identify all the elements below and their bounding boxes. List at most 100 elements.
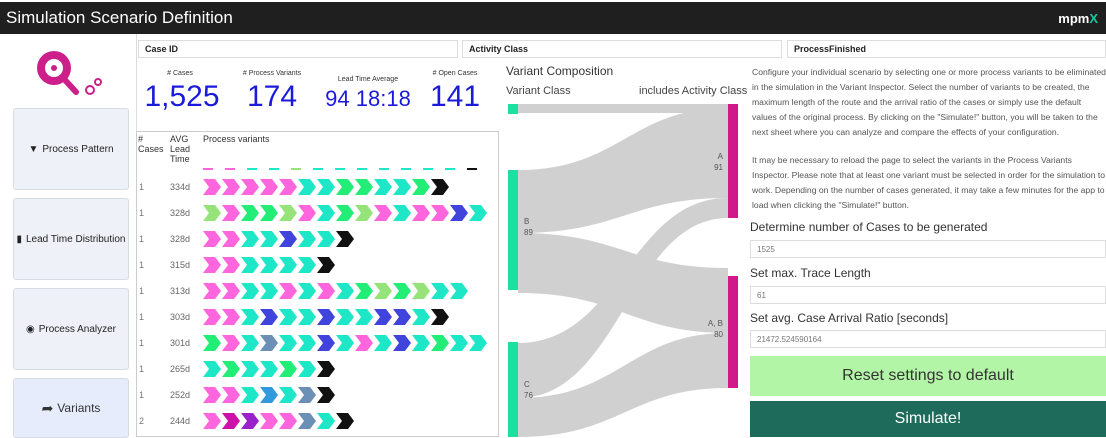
activity-chevron bbox=[298, 309, 316, 325]
activity-chevron bbox=[222, 283, 240, 299]
table-row[interactable]: 1 252d bbox=[137, 382, 498, 408]
activity-chevron bbox=[393, 309, 411, 325]
table-row[interactable]: 2 244d bbox=[137, 408, 498, 434]
sidebar-item-lead-time-distribution[interactable]: ▮ Lead Time Distribution bbox=[13, 198, 129, 280]
row-lead-time: 301d bbox=[170, 338, 191, 348]
activity-chevron bbox=[203, 309, 221, 325]
activity-chevron bbox=[355, 335, 373, 351]
filter-activity-class[interactable]: Activity Class bbox=[462, 40, 782, 58]
activity-chevron bbox=[279, 205, 297, 221]
activity-chevron bbox=[260, 361, 278, 377]
activity-chevron bbox=[260, 413, 278, 429]
table-row[interactable]: 1 334d bbox=[137, 174, 498, 200]
cases-input[interactable]: 1525 bbox=[750, 240, 1106, 258]
activity-chevron bbox=[336, 205, 354, 221]
activity-chevron bbox=[336, 179, 354, 195]
variant-composition-chart[interactable]: Variant Composition Variant Class includ… bbox=[500, 58, 747, 437]
activity-chevron bbox=[222, 413, 240, 429]
activity-chevron bbox=[298, 335, 316, 351]
filter-icon: ▼ bbox=[28, 143, 39, 155]
sidebar-item-label: Lead Time Distribution bbox=[26, 233, 126, 245]
reset-settings-button[interactable]: Reset settings to default bbox=[750, 356, 1106, 396]
activity-chevron bbox=[336, 335, 354, 351]
activity-chevron bbox=[374, 179, 392, 195]
variant-sequence bbox=[203, 179, 449, 195]
col-header-lead-time[interactable]: AVG Lead Time bbox=[170, 134, 198, 164]
activity-chevron bbox=[317, 309, 335, 325]
kpi-variants-label: # Process Variants bbox=[242, 70, 302, 77]
activity-chevron bbox=[336, 413, 354, 429]
activity-chevron bbox=[279, 257, 297, 273]
cases-label: Determine number of Cases to be generate… bbox=[750, 220, 988, 234]
app-title: Simulation Scenario Definition bbox=[6, 8, 233, 27]
activity-chevron bbox=[222, 205, 240, 221]
trace-length-input[interactable]: 61 bbox=[750, 286, 1106, 304]
activity-chevron bbox=[317, 335, 335, 351]
activity-chevron bbox=[298, 387, 316, 403]
process-variants-table: # Cases AVG Lead Time Process variants 1… bbox=[136, 131, 499, 437]
activity-chevron bbox=[450, 205, 468, 221]
eye-icon: ◉ bbox=[26, 323, 35, 335]
sankey-left-node bbox=[508, 342, 518, 437]
table-row[interactable]: 1 265d bbox=[137, 356, 498, 382]
brand-text: mpm bbox=[1058, 11, 1090, 26]
activity-chevron bbox=[298, 231, 316, 247]
filter-case-id[interactable]: Case ID bbox=[138, 40, 458, 58]
table-row[interactable]: 1 315d bbox=[137, 252, 498, 278]
activity-chevron bbox=[260, 205, 278, 221]
activity-chevron bbox=[336, 309, 354, 325]
arrival-ratio-input[interactable]: 21472.524590164 bbox=[750, 330, 1106, 348]
activity-chevron bbox=[317, 179, 335, 195]
row-cases: 2 bbox=[139, 416, 145, 426]
sidebar-item-label: Variants bbox=[57, 401, 101, 415]
row-lead-time: 313d bbox=[170, 286, 191, 296]
activity-chevron bbox=[222, 387, 240, 403]
activity-chevron bbox=[393, 283, 411, 299]
row-lead-time: 328d bbox=[170, 234, 191, 244]
row-cases: 1 bbox=[139, 338, 145, 348]
activity-chevron bbox=[260, 257, 278, 273]
activity-chevron bbox=[431, 335, 449, 351]
activity-chevron bbox=[241, 283, 259, 299]
activity-chevron bbox=[431, 179, 449, 195]
sidebar-item-process-analyzer[interactable]: ◉ Process Analyzer bbox=[13, 288, 129, 370]
table-row[interactable]: 1 313d bbox=[137, 278, 498, 304]
activity-chevron bbox=[431, 283, 449, 299]
row-cases: 1 bbox=[139, 390, 145, 400]
kpi-lead-time-value: 94 18:18 bbox=[325, 86, 411, 111]
bar-chart-icon: ▮ bbox=[16, 233, 22, 245]
table-row[interactable]: 1 303d bbox=[137, 304, 498, 330]
variant-sequence bbox=[203, 309, 449, 325]
activity-chevron bbox=[412, 335, 430, 351]
arrival-ratio-label: Set avg. Case Arrival Ratio [seconds] bbox=[750, 311, 949, 325]
col-header-process-variants[interactable]: Process variants bbox=[203, 134, 270, 144]
variant-sequence bbox=[203, 387, 335, 403]
brand-accent: X bbox=[1089, 11, 1098, 26]
table-row[interactable]: 1 328d bbox=[137, 226, 498, 252]
table-row[interactable]: 1 301d bbox=[137, 330, 498, 356]
activity-chevron bbox=[298, 413, 316, 429]
activity-chevron bbox=[222, 309, 240, 325]
sidebar-item-process-pattern[interactable]: ▼ Process Pattern bbox=[13, 108, 129, 190]
activity-chevron bbox=[260, 309, 278, 325]
activity-chevron bbox=[317, 361, 335, 377]
activity-chevron bbox=[222, 231, 240, 247]
activity-chevron bbox=[298, 179, 316, 195]
activity-chevron bbox=[317, 413, 335, 429]
kpi-variants-value: 174 bbox=[246, 80, 298, 113]
activity-chevron bbox=[260, 179, 278, 195]
activity-chevron bbox=[336, 231, 354, 247]
table-row[interactable]: 1 328d bbox=[137, 200, 498, 226]
variant-sequence bbox=[203, 231, 354, 247]
activity-chevron bbox=[450, 335, 468, 351]
activity-chevron bbox=[222, 361, 240, 377]
activity-chevron bbox=[222, 179, 240, 195]
simulate-button[interactable]: Simulate! bbox=[750, 401, 1106, 437]
activity-chevron bbox=[203, 257, 221, 273]
row-lead-time: 328d bbox=[170, 208, 191, 218]
activity-chevron bbox=[279, 413, 297, 429]
row-lead-time: 252d bbox=[170, 390, 191, 400]
col-header-cases[interactable]: # Cases bbox=[138, 134, 164, 154]
sidebar-item-variants[interactable]: ➦ Variants bbox=[13, 378, 129, 438]
row-lead-time: 315d bbox=[170, 260, 191, 270]
